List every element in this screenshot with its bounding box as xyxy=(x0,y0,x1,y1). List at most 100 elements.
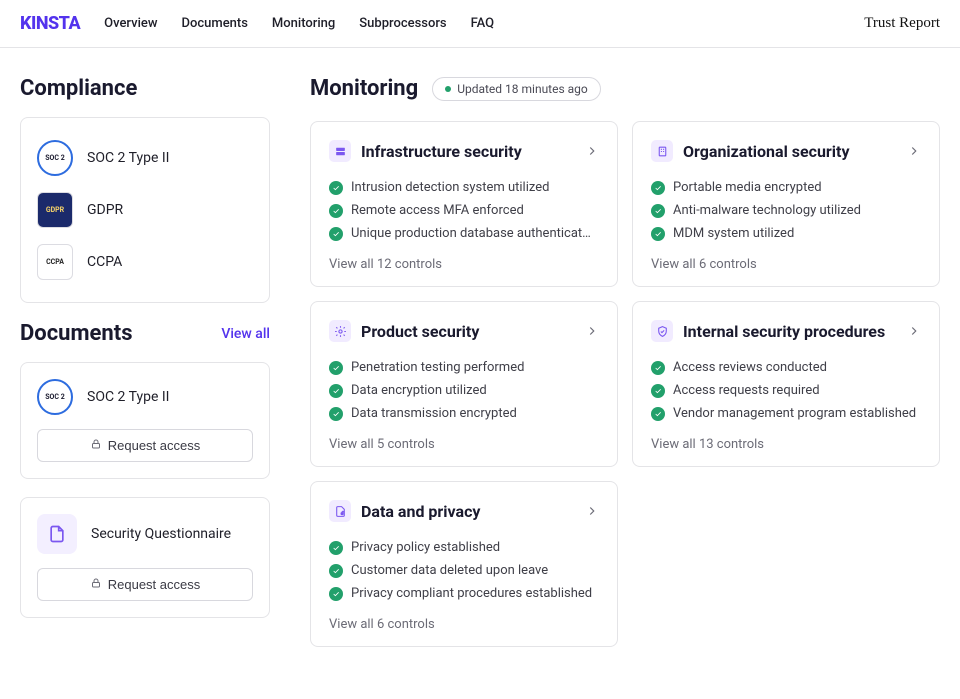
card-header[interactable]: Data and privacy xyxy=(329,500,599,522)
documents-view-all[interactable]: View all xyxy=(221,326,270,342)
control-item: Vendor management program established xyxy=(651,402,921,425)
check-icon xyxy=(329,361,343,375)
control-item: Anti-malware technology utilized xyxy=(651,199,921,222)
card-header[interactable]: Infrastructure security xyxy=(329,140,599,162)
control-item: Privacy compliant procedures established xyxy=(329,582,599,605)
view-all-controls[interactable]: View all 6 controls xyxy=(329,617,599,632)
nav-subprocessors[interactable]: Subprocessors xyxy=(359,16,446,31)
control-item: Data transmission encrypted xyxy=(329,402,599,425)
check-icon xyxy=(329,541,343,555)
trust-report-label: Trust Report xyxy=(864,15,940,32)
monitoring-head: Monitoring Updated 18 minutes ago xyxy=(310,76,940,101)
check-icon xyxy=(329,227,343,241)
view-all-controls[interactable]: View all 6 controls xyxy=(651,257,921,272)
compliance-item-gdpr[interactable]: GDPR GDPR xyxy=(37,184,253,236)
control-item: Unique production database authenticat… xyxy=(329,222,599,245)
compliance-item-soc2[interactable]: SOC 2 SOC 2 Type II xyxy=(37,132,253,184)
card-title: Product security xyxy=(361,322,575,341)
monitoring-title: Monitoring xyxy=(310,76,418,101)
nav-monitoring[interactable]: Monitoring xyxy=(272,16,335,31)
soc2-badge-icon: SOC 2 xyxy=(37,140,73,176)
page: Compliance SOC 2 SOC 2 Type II GDPR GDPR… xyxy=(0,48,960,647)
check-icon xyxy=(651,227,665,241)
card-title: Internal security procedures xyxy=(683,322,897,341)
chevron-right-icon xyxy=(585,144,599,158)
card-header[interactable]: Product security xyxy=(329,320,599,342)
check-icon xyxy=(651,361,665,375)
document-card-questionnaire: Security Questionnaire Request access xyxy=(20,497,270,618)
infrastructure-icon xyxy=(329,140,351,162)
check-icon xyxy=(329,587,343,601)
compliance-label: CCPA xyxy=(87,254,122,270)
view-all-controls[interactable]: View all 5 controls xyxy=(329,437,599,452)
check-icon xyxy=(329,181,343,195)
document-icon xyxy=(37,514,77,554)
request-access-label: Request access xyxy=(108,577,201,592)
view-all-controls[interactable]: View all 13 controls xyxy=(651,437,921,452)
document-title: SOC 2 Type II xyxy=(87,389,169,405)
brand-logo[interactable]: KINSTA xyxy=(20,13,80,34)
control-item: Access requests required xyxy=(651,379,921,402)
right-column: Monitoring Updated 18 minutes ago Infras… xyxy=(310,76,940,647)
view-all-controls[interactable]: View all 12 controls xyxy=(329,257,599,272)
ccpa-badge-icon: CCPA xyxy=(37,244,73,280)
chevron-right-icon xyxy=(907,324,921,338)
compliance-item-ccpa[interactable]: CCPA CCPA xyxy=(37,236,253,288)
control-item: Portable media encrypted xyxy=(651,176,921,199)
card-internal-security-procedures: Internal security procedures Access revi… xyxy=(632,301,940,467)
check-icon xyxy=(329,564,343,578)
document-head: Security Questionnaire xyxy=(37,514,253,554)
card-data-and-privacy: Data and privacy Privacy policy establis… xyxy=(310,481,618,647)
control-item: Data encryption utilized xyxy=(329,379,599,402)
check-icon xyxy=(651,204,665,218)
check-icon xyxy=(651,181,665,195)
privacy-icon xyxy=(329,500,351,522)
compliance-label: SOC 2 Type II xyxy=(87,150,169,166)
control-item: Customer data deleted upon leave xyxy=(329,559,599,582)
control-item: Remote access MFA enforced xyxy=(329,199,599,222)
nav-documents[interactable]: Documents xyxy=(182,16,248,31)
header: KINSTA Overview Documents Monitoring Sub… xyxy=(0,0,960,48)
control-item: Privacy policy established xyxy=(329,536,599,559)
chevron-right-icon xyxy=(585,504,599,518)
card-header[interactable]: Organizational security xyxy=(651,140,921,162)
status-pill: Updated 18 minutes ago xyxy=(432,77,601,101)
control-item: Intrusion detection system utilized xyxy=(329,176,599,199)
nav-faq[interactable]: FAQ xyxy=(471,16,495,31)
check-icon xyxy=(329,384,343,398)
document-head: SOC 2 SOC 2 Type II xyxy=(37,379,253,415)
control-item: MDM system utilized xyxy=(651,222,921,245)
lock-icon xyxy=(90,577,102,592)
card-header[interactable]: Internal security procedures xyxy=(651,320,921,342)
organization-icon xyxy=(651,140,673,162)
card-title: Data and privacy xyxy=(361,502,575,521)
document-card-soc2: SOC 2 SOC 2 Type II Request access xyxy=(20,362,270,479)
shield-icon xyxy=(651,320,673,342)
check-icon xyxy=(651,407,665,421)
documents-title: Documents xyxy=(20,321,133,346)
check-icon xyxy=(329,407,343,421)
card-organizational-security: Organizational security Portable media e… xyxy=(632,121,940,287)
gdpr-badge-icon: GDPR xyxy=(37,192,73,228)
request-access-label: Request access xyxy=(108,438,201,453)
nav-overview[interactable]: Overview xyxy=(104,16,157,31)
request-access-button[interactable]: Request access xyxy=(37,429,253,462)
compliance-label: GDPR xyxy=(87,202,123,218)
card-product-security: Product security Penetration testing per… xyxy=(310,301,618,467)
soc2-badge-icon: SOC 2 xyxy=(37,379,73,415)
document-title: Security Questionnaire xyxy=(91,526,231,542)
card-infrastructure-security: Infrastructure security Intrusion detect… xyxy=(310,121,618,287)
check-icon xyxy=(329,204,343,218)
nav-left: KINSTA Overview Documents Monitoring Sub… xyxy=(20,13,494,34)
request-access-button[interactable]: Request access xyxy=(37,568,253,601)
lock-icon xyxy=(90,438,102,453)
status-dot-icon xyxy=(445,86,451,92)
compliance-panel: SOC 2 SOC 2 Type II GDPR GDPR CCPA CCPA xyxy=(20,117,270,303)
card-title: Organizational security xyxy=(683,142,897,161)
card-title: Infrastructure security xyxy=(361,142,575,161)
control-item: Access reviews conducted xyxy=(651,356,921,379)
product-icon xyxy=(329,320,351,342)
chevron-right-icon xyxy=(907,144,921,158)
chevron-right-icon xyxy=(585,324,599,338)
compliance-title: Compliance xyxy=(20,76,270,101)
